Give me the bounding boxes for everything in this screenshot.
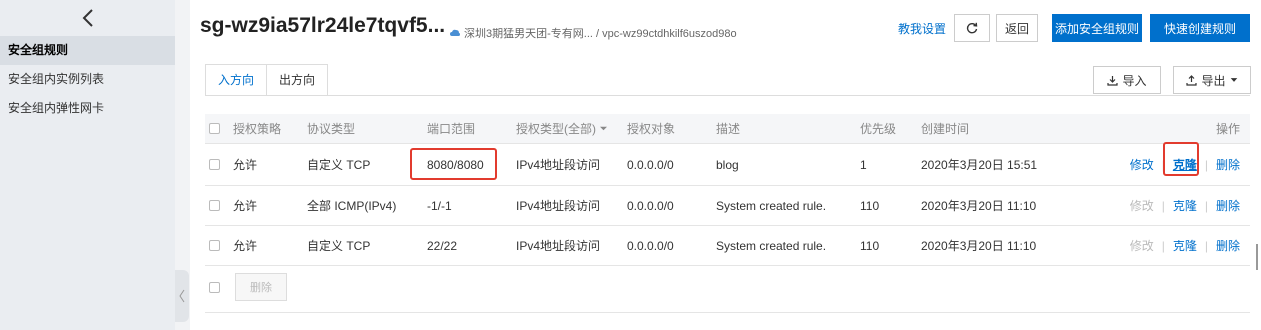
export-icon [1186,74,1198,86]
col-port: 端口范围 [427,122,476,136]
cell-auth-type: IPv4地址段访问 [516,239,601,253]
select-all-checkbox[interactable] [209,114,220,143]
tab-outbound[interactable]: 出方向 [266,64,329,96]
cell-created: 2020年3月20日 11:10 [921,199,1037,213]
col-auth-type-label: 授权类型(全部) [516,122,596,136]
sidebar-item-security-rules[interactable]: 安全组规则 [0,36,175,65]
quick-create-button[interactable]: 快速创建规则 [1150,14,1250,42]
rules-table: 授权策略 协议类型 端口范围 授权类型(全部) 授权对象 描述 优先级 创建时间… [205,114,1250,266]
cell-desc: blog [716,157,739,172]
cell-ops: 修改 | 克隆 | 删除 [1130,186,1240,225]
row-checkbox[interactable] [209,144,220,185]
page-header: sg-wz9ia57lr24le7tqvf5... 深圳3期猛男天团-专有网..… [190,0,1261,56]
footer-checkbox[interactable] [209,282,220,293]
ops-separator: | [1204,157,1208,172]
back-chevron-button[interactable] [0,0,175,36]
cell-protocol: 自定义 TCP [307,239,371,253]
refresh-button[interactable] [954,14,990,42]
cell-protocol: 自定义 TCP [307,158,371,172]
import-button[interactable]: 导入 [1093,66,1161,94]
import-label: 导入 [1122,73,1147,88]
main-panel: sg-wz9ia57lr24le7tqvf5... 深圳3期猛男天团-专有网..… [190,0,1261,330]
col-priority: 优先级 [860,122,897,136]
clone-link[interactable]: 克隆 [1173,197,1197,214]
delete-link[interactable]: 删除 [1216,156,1240,173]
add-rule-button[interactable]: 添加安全组规则 [1052,14,1142,42]
table-footer: 删除 [205,263,1250,313]
col-auth-type-filter[interactable]: 授权类型(全部) [516,114,607,143]
sidebar-collapse-handle[interactable] [175,270,189,322]
direction-tabs: 入方向 出方向 [205,64,329,96]
table-row: 允许 自定义 TCP 8080/8080 IPv4地址段访问 0.0.0.0/0… [205,144,1250,186]
back-button[interactable]: 返回 [996,14,1038,42]
col-target: 授权对象 [627,122,676,136]
edit-link[interactable]: 修改 [1130,156,1154,173]
caret-down-icon [1230,78,1237,82]
row-checkbox[interactable] [209,186,220,225]
cell-priority: 110 [860,238,880,253]
table-header-row: 授权策略 协议类型 端口范围 授权类型(全部) 授权对象 描述 优先级 创建时间… [205,114,1250,144]
cell-ops: 修改 | 克隆 | 删除 [1130,226,1240,265]
page-title: sg-wz9ia57lr24le7tqvf5... [200,14,446,37]
cloud-icon [450,29,460,36]
col-ops: 操作 [1215,122,1240,136]
table-row: 允许 自定义 TCP 22/22 IPv4地址段访问 0.0.0.0/0 Sys… [205,226,1250,266]
cell-port: 22/22 [427,238,458,253]
chevron-left-icon [82,9,93,27]
tab-inbound[interactable]: 入方向 [205,64,268,96]
cell-auth-type: IPv4地址段访问 [516,158,601,172]
window-edge-marker [1256,244,1258,270]
cell-protocol: 全部 ICMP(IPv4) [307,199,397,213]
cell-port: -1/-1 [427,198,452,213]
delete-link[interactable]: 删除 [1216,237,1240,254]
cell-policy: 允许 [233,239,258,253]
cell-target: 0.0.0.0/0 [627,198,674,213]
delete-link[interactable]: 删除 [1216,197,1240,214]
col-created: 创建时间 [921,122,970,136]
col-policy: 授权策略 [233,122,282,136]
breadcrumb-text[interactable]: 深圳3期猛男天团-专有网... / vpc-wz99ctdhkilf6uszod… [464,25,737,41]
ops-separator: | [1204,238,1208,253]
cell-target: 0.0.0.0/0 [627,157,674,172]
cell-priority: 110 [860,198,880,213]
port-highlight-box [410,148,497,180]
cell-created: 2020年3月20日 11:10 [921,239,1037,253]
sidebar: 安全组规则 安全组内实例列表 安全组内弹性网卡 [0,0,175,330]
ops-separator: | [1204,198,1208,213]
cell-desc: System created rule. [716,238,827,253]
table-row: 允许 全部 ICMP(IPv4) -1/-1 IPv4地址段访问 0.0.0.0… [205,186,1250,226]
refresh-icon [966,22,978,34]
col-desc: 描述 [716,122,741,136]
import-icon [1107,75,1119,86]
sidebar-item-instance-list[interactable]: 安全组内实例列表 [0,65,175,94]
export-label: 导出 [1201,73,1226,88]
chevron-left-icon [179,289,185,303]
sidebar-item-elastic-nic[interactable]: 安全组内弹性网卡 [0,94,175,123]
row-checkbox[interactable] [209,226,220,265]
ops-separator: | [1161,198,1165,213]
cell-created: 2020年3月20日 15:51 [921,158,1038,172]
edit-link: 修改 [1129,199,1154,213]
cell-desc: System created rule. [716,198,827,213]
tabs-divider [205,95,1250,96]
ops-separator: | [1161,238,1165,253]
caret-down-icon [600,126,607,131]
export-button[interactable]: 导出 [1173,66,1251,94]
bulk-delete-button: 删除 [235,273,287,301]
edit-link: 修改 [1129,239,1154,253]
clone-link[interactable]: 克隆 [1173,237,1197,254]
cell-target: 0.0.0.0/0 [627,238,674,253]
tutorial-link[interactable]: 教我设置 [898,20,946,37]
cell-priority: 1 [860,157,867,172]
cell-policy: 允许 [233,199,258,213]
col-protocol: 协议类型 [307,122,356,136]
cell-policy: 允许 [233,158,258,172]
cell-auth-type: IPv4地址段访问 [516,199,601,213]
clone-highlight-box [1163,142,1199,176]
breadcrumb: 深圳3期猛男天团-专有网... / vpc-wz99ctdhkilf6uszod… [450,25,737,41]
